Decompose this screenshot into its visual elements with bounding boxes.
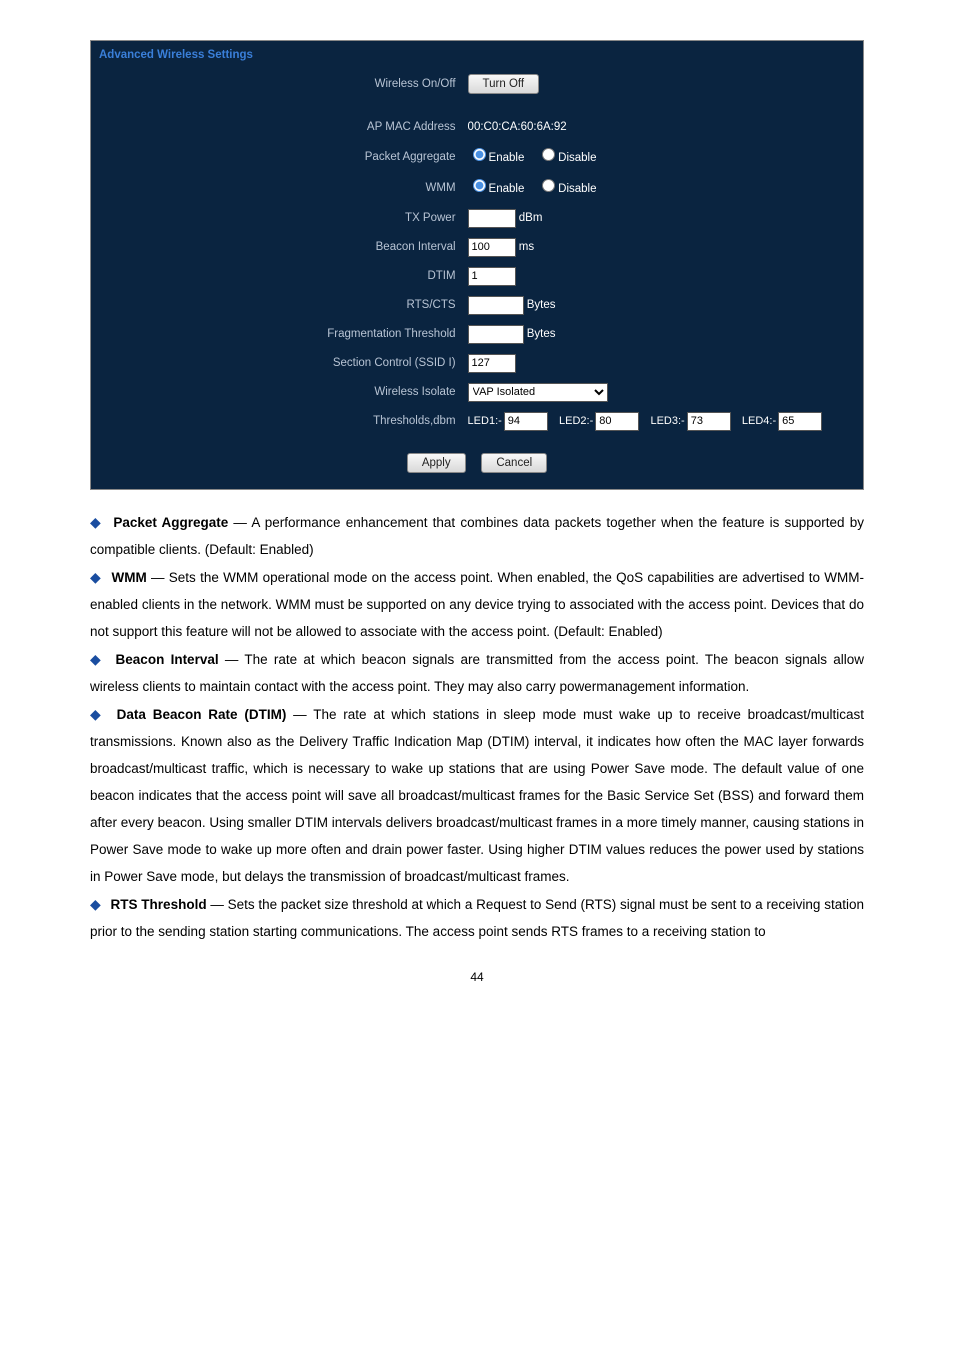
dtim-label: DTIM — [91, 262, 462, 291]
led2-input[interactable] — [595, 412, 639, 431]
tx-power-unit: dBm — [519, 212, 543, 224]
rtscts-input[interactable] — [468, 296, 524, 315]
wireless-isolate-select[interactable]: VAP Isolated — [468, 383, 608, 402]
led2-label: LED2:- — [559, 415, 593, 427]
page-number: 44 — [90, 965, 864, 989]
apply-button[interactable]: Apply — [407, 453, 466, 473]
paragraph-rts: ◆ RTS Threshold — Sets the packet size t… — [90, 890, 864, 945]
bullet-icon: ◆ — [90, 514, 102, 530]
led1-input[interactable] — [504, 412, 548, 431]
enable-label-2: Enable — [489, 183, 525, 195]
ap-mac-label: AP MAC Address — [91, 113, 462, 142]
advanced-wireless-panel: Advanced Wireless Settings Wireless On/O… — [90, 40, 864, 490]
disable-label-2: Disable — [558, 183, 596, 195]
disable-label: Disable — [558, 152, 596, 164]
bullet-icon: ◆ — [90, 896, 101, 912]
wmm-text: — Sets the WMM operational mode on the a… — [90, 570, 864, 639]
tx-power-input[interactable] — [468, 209, 516, 228]
packet-aggregate-disable-radio[interactable] — [542, 148, 555, 161]
wmm-disable-radio[interactable] — [542, 179, 555, 192]
led4-label: LED4:- — [742, 415, 776, 427]
bullet-icon: ◆ — [90, 651, 103, 667]
rts-text: — Sets the packet size threshold at whic… — [90, 897, 864, 939]
paragraph-dtim: ◆ Data Beacon Rate (DTIM) — The rate at … — [90, 700, 864, 890]
wmm-term: WMM — [112, 570, 147, 585]
frag-label: Fragmentation Threshold — [91, 320, 462, 349]
wmm-label: WMM — [91, 173, 462, 204]
rts-term: RTS Threshold — [111, 897, 207, 912]
wmm-enable-radio[interactable] — [473, 179, 486, 192]
enable-label: Enable — [489, 152, 525, 164]
packet-aggregate-label: Packet Aggregate — [91, 142, 462, 173]
packet-aggregate-term: Packet Aggregate — [113, 515, 228, 530]
section-control-input[interactable] — [468, 354, 516, 373]
led4-input[interactable] — [778, 412, 822, 431]
rtscts-unit: Bytes — [527, 299, 556, 311]
turn-off-button[interactable]: Turn Off — [468, 74, 540, 94]
packet-aggregate-enable-radio[interactable] — [473, 148, 486, 161]
dtim-text: — The rate at which stations in sleep mo… — [90, 707, 864, 884]
section-control-label: Section Control (SSID I) — [91, 349, 462, 378]
bullet-icon: ◆ — [90, 706, 104, 722]
rtscts-label: RTS/CTS — [91, 291, 462, 320]
beacon-interval-label: Beacon Interval — [91, 233, 462, 262]
dtim-input[interactable] — [468, 267, 516, 286]
wireless-onoff-label: Wireless On/Off — [91, 70, 462, 99]
paragraph-wmm: ◆ WMM — Sets the WMM operational mode on… — [90, 563, 864, 645]
tx-power-label: TX Power — [91, 204, 462, 233]
ap-mac-value: 00:C0:CA:60:6A:92 — [462, 113, 863, 142]
panel-header: Advanced Wireless Settings — [91, 41, 863, 70]
bullet-icon: ◆ — [90, 569, 101, 585]
paragraph-beacon-interval: ◆ Beacon Interval — The rate at which be… — [90, 645, 864, 700]
thresholds-label: Thresholds,dbm — [91, 407, 462, 436]
led1-label: LED1:- — [468, 415, 502, 427]
frag-input[interactable] — [468, 325, 524, 344]
paragraph-packet-aggregate: ◆ Packet Aggregate — A performance enhan… — [90, 508, 864, 563]
beacon-interval-term: Beacon Interval — [116, 652, 219, 667]
beacon-interval-input[interactable] — [468, 238, 516, 257]
led3-input[interactable] — [687, 412, 731, 431]
beacon-interval-unit: ms — [519, 241, 534, 253]
frag-unit: Bytes — [527, 328, 556, 340]
dtim-term: Data Beacon Rate (DTIM) — [117, 707, 287, 722]
led3-label: LED3:- — [650, 415, 684, 427]
cancel-button[interactable]: Cancel — [481, 453, 547, 473]
wireless-isolate-label: Wireless Isolate — [91, 378, 462, 407]
